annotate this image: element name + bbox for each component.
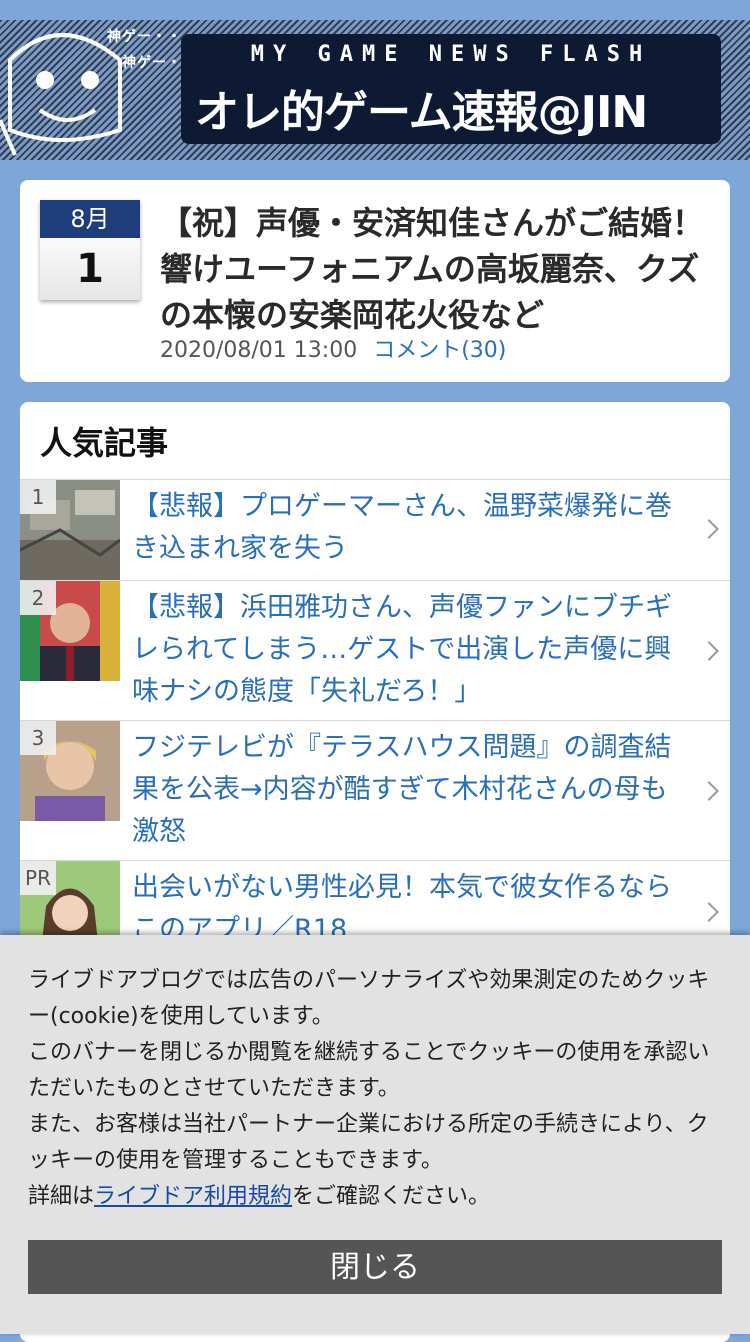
item-title[interactable]: フジテレビが『テラスハウス問題』の調査結果を公表→内容が酷すぎて木村花さんの母も… — [132, 727, 694, 853]
chevron-right-icon — [699, 902, 719, 922]
popular-list: 1 【悲報】プロゲーマーさん、温野菜爆発に巻き込まれ家を失う 2 【悲報】浜田雅… — [20, 479, 730, 1000]
rank-number: 1 — [20, 480, 56, 514]
article-card: 8月 1 【祝】声優・安済知佳さんがご結婚！響けユーフォニアムの高坂麗奈、クズの… — [20, 180, 730, 382]
rank-number: 3 — [20, 721, 56, 755]
list-item[interactable]: 2 【悲報】浜田雅功さん、声優ファンにブチギレられてしまう…ゲストで出演した声優… — [20, 580, 730, 720]
chevron-right-icon — [699, 781, 719, 801]
cookie-message: ライブドアブログでは広告のパーソナライズや効果測定のためクッキー(cookie)… — [28, 963, 718, 1215]
cookie-line-2: このバナーを閉じるか閲覧を継続することでクッキーの使用を承認いただいたものとさせ… — [28, 1040, 710, 1101]
list-item[interactable]: 3 フジテレビが『テラスハウス問題』の調査結果を公表→内容が酷すぎて木村花さんの… — [20, 720, 730, 860]
site-logo[interactable]: MY GAME NEWS FLASH オレ的ゲーム速報@JIN — [181, 34, 721, 144]
logo-subtitle: MY GAME NEWS FLASH — [250, 42, 652, 67]
close-button[interactable]: 閉じる — [28, 1240, 722, 1294]
rank-number: PR — [20, 861, 56, 895]
item-title[interactable]: 【悲報】浜田雅功さん、声優ファンにブチギレられてしまう…ゲストで出演した声優に興… — [132, 587, 694, 713]
chevron-right-icon — [699, 519, 719, 539]
comments-link[interactable]: コメント(30) — [373, 338, 506, 363]
item-title[interactable]: 【悲報】プロゲーマーさん、温野菜爆発に巻き込まれ家を失う — [132, 486, 694, 570]
cookie-line-1: ライブドアブログでは広告のパーソナライズや効果測定のためクッキー(cookie)… — [28, 968, 710, 1029]
cookie-consent-banner: ライブドアブログでは広告のパーソナライズや効果測定のためクッキー(cookie)… — [0, 935, 750, 1334]
popular-heading: 人気記事 — [40, 424, 169, 462]
date-badge: 8月 1 — [40, 200, 140, 300]
rank-number: 2 — [20, 581, 56, 615]
cookie-detail-suffix: をご確認ください。 — [292, 1184, 491, 1209]
date-month: 8月 — [40, 200, 140, 238]
cookie-detail-prefix: 詳細は — [28, 1184, 95, 1209]
date-day: 1 — [40, 238, 140, 300]
article-title: 【祝】声優・安済知佳さんがご結婚！響けユーフォニアムの高坂麗奈、クズの本懐の安楽… — [160, 204, 705, 334]
list-item[interactable]: 1 【悲報】プロゲーマーさん、温野菜爆発に巻き込まれ家を失う — [20, 479, 730, 580]
logo-title: オレ的ゲーム速報@JIN — [195, 87, 648, 138]
chevron-right-icon — [699, 641, 719, 661]
cookie-detail-line: 詳細はライブドア利用規約をご確認ください。 — [28, 1179, 718, 1215]
header-banner[interactable]: 神ゲー・・・ 神ゲー・・ MY GAME NEWS FLASH オレ的ゲーム速報… — [0, 20, 750, 160]
terms-link[interactable]: ライブドア利用規約 — [94, 1184, 292, 1209]
cookie-line-3: また、お客様は当社パートナー企業における所定の手続きにより、クッキーの使用を管理… — [28, 1112, 709, 1173]
article-meta: 2020/08/01 13:00 コメント(30) — [160, 332, 506, 364]
article-datetime: 2020/08/01 13:00 — [160, 338, 358, 363]
